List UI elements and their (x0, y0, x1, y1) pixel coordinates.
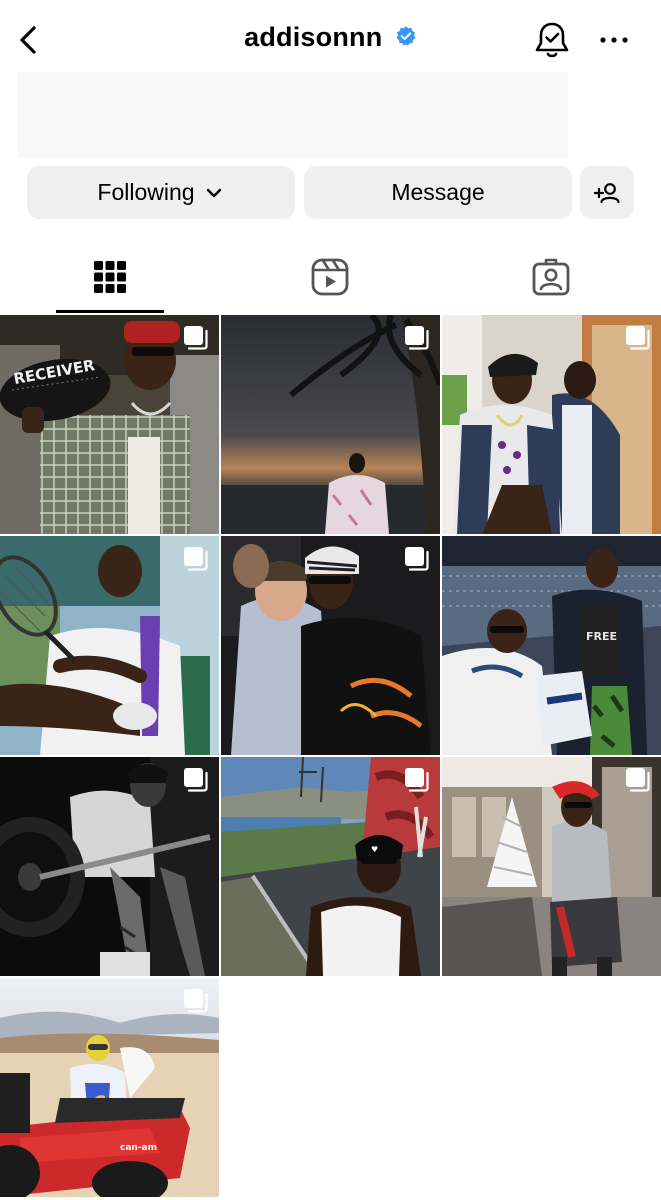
message-button[interactable]: Message (304, 166, 572, 219)
post-thumbnail[interactable]: RECEIVER (0, 315, 219, 534)
tagged-person-icon (532, 258, 570, 296)
post-thumbnail[interactable] (0, 757, 219, 976)
post-thumbnail[interactable] (0, 536, 219, 755)
multiple-photos-icon (626, 768, 650, 792)
multiple-photos-icon (184, 547, 208, 571)
grid-icon (94, 261, 126, 293)
bio-placeholder (18, 72, 568, 158)
multiple-photos-icon (405, 326, 429, 350)
tab-posts[interactable] (0, 240, 220, 314)
multiple-photos-icon (405, 547, 429, 571)
suggested-accounts-button[interactable] (580, 166, 634, 219)
profile-tabs (0, 240, 661, 314)
post-thumbnail[interactable] (221, 315, 440, 534)
bell-check-icon (535, 22, 569, 58)
post-overlay-text: FREE (586, 630, 617, 643)
following-label: Following (97, 179, 195, 205)
multiple-photos-icon (184, 989, 208, 1013)
notifications-button[interactable] (530, 18, 574, 62)
reels-icon (311, 258, 349, 296)
multiple-photos-icon (184, 768, 208, 792)
more-options-button[interactable] (594, 20, 634, 60)
svg-text:♥: ♥ (371, 845, 378, 854)
multiple-photos-icon (626, 326, 650, 350)
post-thumbnail[interactable]: 6 can-am (0, 978, 219, 1197)
multiple-photos-icon (405, 768, 429, 792)
verified-badge-icon (396, 26, 416, 46)
post-thumbnail[interactable] (442, 757, 661, 976)
post-thumbnail[interactable] (221, 536, 440, 755)
post-thumbnail[interactable]: ♥ (221, 757, 440, 976)
following-button[interactable]: Following (27, 166, 295, 219)
active-tab-indicator (56, 310, 164, 313)
more-horizontal-icon (600, 37, 628, 43)
profile-header: addisonnn (0, 0, 661, 80)
tab-reels[interactable] (220, 240, 440, 314)
post-overlay-text: can-am (120, 1143, 157, 1153)
post-photo: FREE (442, 536, 661, 755)
tab-tagged[interactable] (441, 240, 661, 314)
multiple-photos-icon (184, 326, 208, 350)
profile-username: addisonnn (244, 22, 383, 52)
post-thumbnail[interactable] (442, 315, 661, 534)
message-label: Message (391, 179, 485, 205)
post-thumbnail[interactable]: FREE (442, 536, 661, 755)
chevron-down-icon (206, 188, 221, 197)
add-person-icon (593, 182, 620, 203)
